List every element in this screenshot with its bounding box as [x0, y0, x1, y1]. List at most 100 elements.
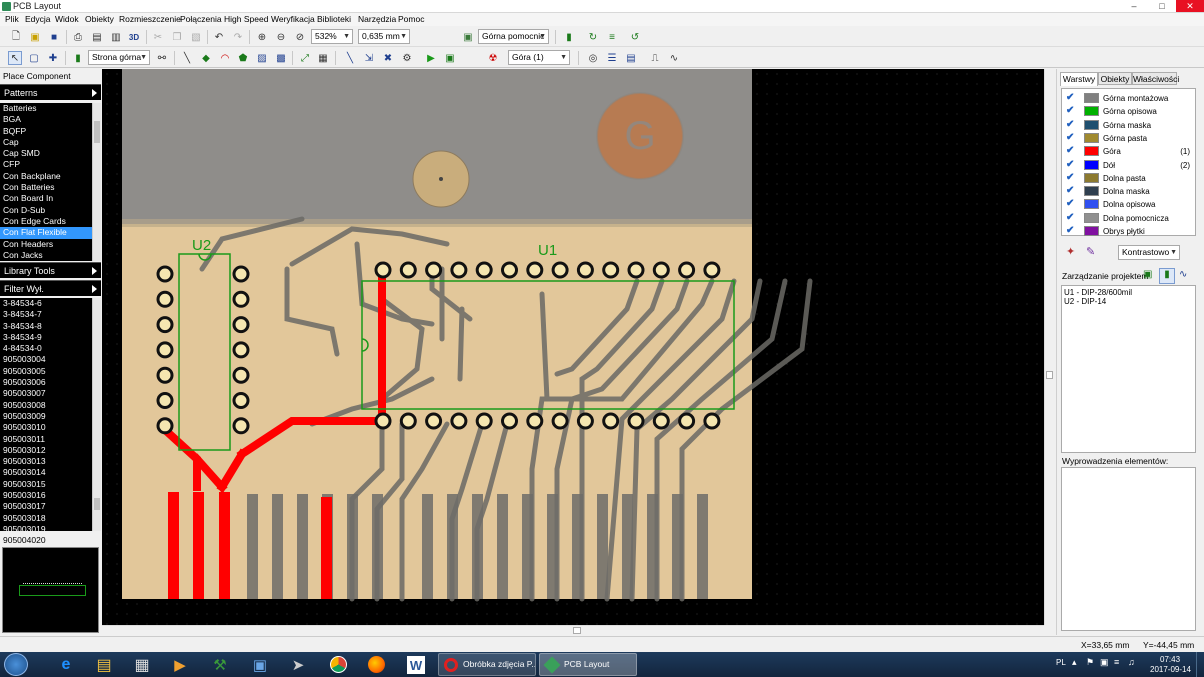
grid-icon[interactable]: ▦ [316, 51, 330, 65]
new-file-icon[interactable]: 🗋 [9, 30, 23, 44]
u2-pad[interactable] [232, 366, 250, 384]
copper-layer-select[interactable]: Góra (1) ▼ [508, 50, 570, 65]
menu-edycja[interactable]: Edycja [25, 14, 51, 24]
calculator-icon[interactable]: ▦ [124, 654, 160, 675]
u1-pad[interactable] [703, 261, 721, 279]
arc-icon[interactable]: ◠ [218, 51, 232, 65]
patterns-scrollbar[interactable] [92, 103, 101, 261]
list-item[interactable]: Cap SMD [0, 148, 92, 159]
zoom-out-icon[interactable]: ⊖ [274, 30, 288, 44]
paint-icon[interactable]: ⚒ [202, 654, 238, 675]
patterns-header[interactable]: Patterns [0, 84, 101, 100]
via-icon[interactable]: ◎ [586, 51, 600, 65]
library-tools-header[interactable]: Library Tools [0, 262, 101, 278]
u1-pad[interactable] [652, 412, 670, 430]
taskbar-window-photo[interactable]: Obróbka zdjęcia P... [438, 653, 536, 676]
refresh-icon[interactable]: ↻ [586, 30, 600, 44]
close-button[interactable]: ✕ [1176, 0, 1204, 12]
u1-pad[interactable] [551, 261, 569, 279]
list-item[interactable]: Con Backplane [0, 171, 92, 182]
u1-pad[interactable] [576, 412, 594, 430]
parts-list[interactable]: 3-84534-6 3-84534-7 3-84534-8 3-84534-9 … [0, 298, 92, 531]
menu-widok[interactable]: Widok [55, 14, 79, 24]
list-item[interactable]: 4-84534-0 [0, 343, 92, 354]
word-icon[interactable]: W [407, 656, 425, 674]
menu-polaczenia[interactable]: Połączenia [180, 14, 222, 24]
menu-narzedzia[interactable]: Narzędzia [358, 14, 396, 24]
list-item[interactable]: 3-84534-8 [0, 321, 92, 332]
list-item[interactable]: 905003018 [0, 513, 92, 524]
project-item-u1[interactable]: U1 - DIP-28/600mil [1064, 288, 1132, 297]
u2-pad[interactable] [232, 290, 250, 308]
list-item[interactable]: 905003006 [0, 377, 92, 388]
place-icon[interactable]: ▢ [27, 51, 41, 65]
layer-edit-icon[interactable]: ✎ [1086, 245, 1095, 258]
list-item[interactable]: 905003009 [0, 411, 92, 422]
filter-header[interactable]: Filter Wył. [0, 280, 101, 296]
photo-viewer-icon[interactable]: ▣ [242, 654, 278, 675]
minimize-button[interactable]: – [1120, 0, 1148, 12]
layer-color-swatch[interactable] [1084, 226, 1099, 236]
list-item[interactable]: 905003007 [0, 388, 92, 399]
show-desktop-button[interactable] [1196, 652, 1204, 677]
layer-stack-icon[interactable]: ☰ [605, 51, 619, 65]
layer-check-icon[interactable]: ✔ [1066, 199, 1076, 209]
tray-arrow-icon[interactable]: ▴ [1072, 657, 1077, 668]
layer-check-icon[interactable]: ✔ [1066, 106, 1076, 116]
chrome-icon[interactable] [320, 654, 356, 675]
u2-pad[interactable] [232, 341, 250, 359]
list-item[interactable]: 905003019 [0, 524, 92, 531]
view-3d-button[interactable]: 3D [127, 30, 141, 44]
send-icon[interactable]: ➤ [280, 654, 316, 675]
find-icon[interactable]: ⚯ [155, 51, 169, 65]
media-player-icon[interactable]: ▶ [162, 654, 198, 675]
run-icon[interactable]: ▶ [424, 51, 438, 65]
print-preview-icon[interactable]: ▤ [90, 30, 104, 44]
print-icon[interactable]: ⎙ [71, 30, 85, 44]
menu-high-speed[interactable]: High Speed [224, 14, 268, 24]
u2-pad[interactable] [232, 265, 250, 283]
firefox-icon[interactable] [358, 654, 394, 675]
language-indicator[interactable]: PL [1056, 658, 1066, 667]
route-icon[interactable]: ╲ [343, 51, 357, 65]
layer-row[interactable]: ✔ Górna pasta [1064, 132, 1192, 145]
u1-pad[interactable] [526, 412, 544, 430]
crosshair-icon[interactable]: ✚ [46, 51, 60, 65]
list-item[interactable]: Con Jacks [0, 250, 92, 261]
list-item[interactable]: CFP [0, 159, 92, 170]
contrast-select[interactable]: Kontrastowo ▼ [1118, 245, 1180, 260]
u1-pad[interactable] [703, 412, 721, 430]
u1-pad[interactable] [374, 261, 392, 279]
list-item[interactable]: 905003005 [0, 366, 92, 377]
tray-app-icon[interactable]: ▣ [1100, 657, 1109, 668]
export-icon[interactable]: ▥ [109, 30, 123, 44]
canvas-hscrollbar[interactable] [102, 625, 1044, 635]
canvas-vscrollbar[interactable] [1044, 69, 1054, 625]
list-item[interactable]: BGA [0, 114, 92, 125]
undo-icon[interactable]: ↶ [212, 30, 226, 44]
taskbar-window-pcb[interactable]: PCB Layout [539, 653, 637, 676]
layer-check-icon[interactable]: ✔ [1066, 186, 1076, 196]
u2-pad[interactable] [156, 341, 174, 359]
pin-icon[interactable]: ✦ [1066, 245, 1075, 258]
list-item[interactable]: 905003015 [0, 479, 92, 490]
tray-flag-icon[interactable]: ⚑ [1086, 657, 1094, 668]
layer-color-swatch[interactable] [1084, 119, 1099, 130]
pad-icon[interactable]: ◆ [199, 51, 213, 65]
u1-pad[interactable] [475, 261, 493, 279]
measure-icon[interactable]: ⤢ [298, 51, 312, 65]
list-item[interactable]: 905003004 [0, 354, 92, 365]
paste-icon[interactable]: ▧ [189, 30, 203, 44]
layer-check-icon[interactable]: ✔ [1066, 93, 1076, 103]
u2-pad[interactable] [232, 316, 250, 334]
list-item[interactable]: 3-84534-6 [0, 298, 92, 309]
unroute-icon[interactable]: ✖ [381, 51, 395, 65]
u1-pad[interactable] [602, 412, 620, 430]
layer-row[interactable]: ✔ Dolna maska [1064, 185, 1192, 198]
waveform-icon[interactable]: ∿ [667, 51, 681, 65]
list-item[interactable]: Cap [0, 137, 92, 148]
list-item[interactable]: 3-84534-9 [0, 332, 92, 343]
clock-time[interactable]: 07:43 [1160, 655, 1180, 664]
project-link-icon[interactable]: ∿ [1179, 269, 1187, 280]
layer-check-icon[interactable]: ✔ [1066, 226, 1076, 236]
